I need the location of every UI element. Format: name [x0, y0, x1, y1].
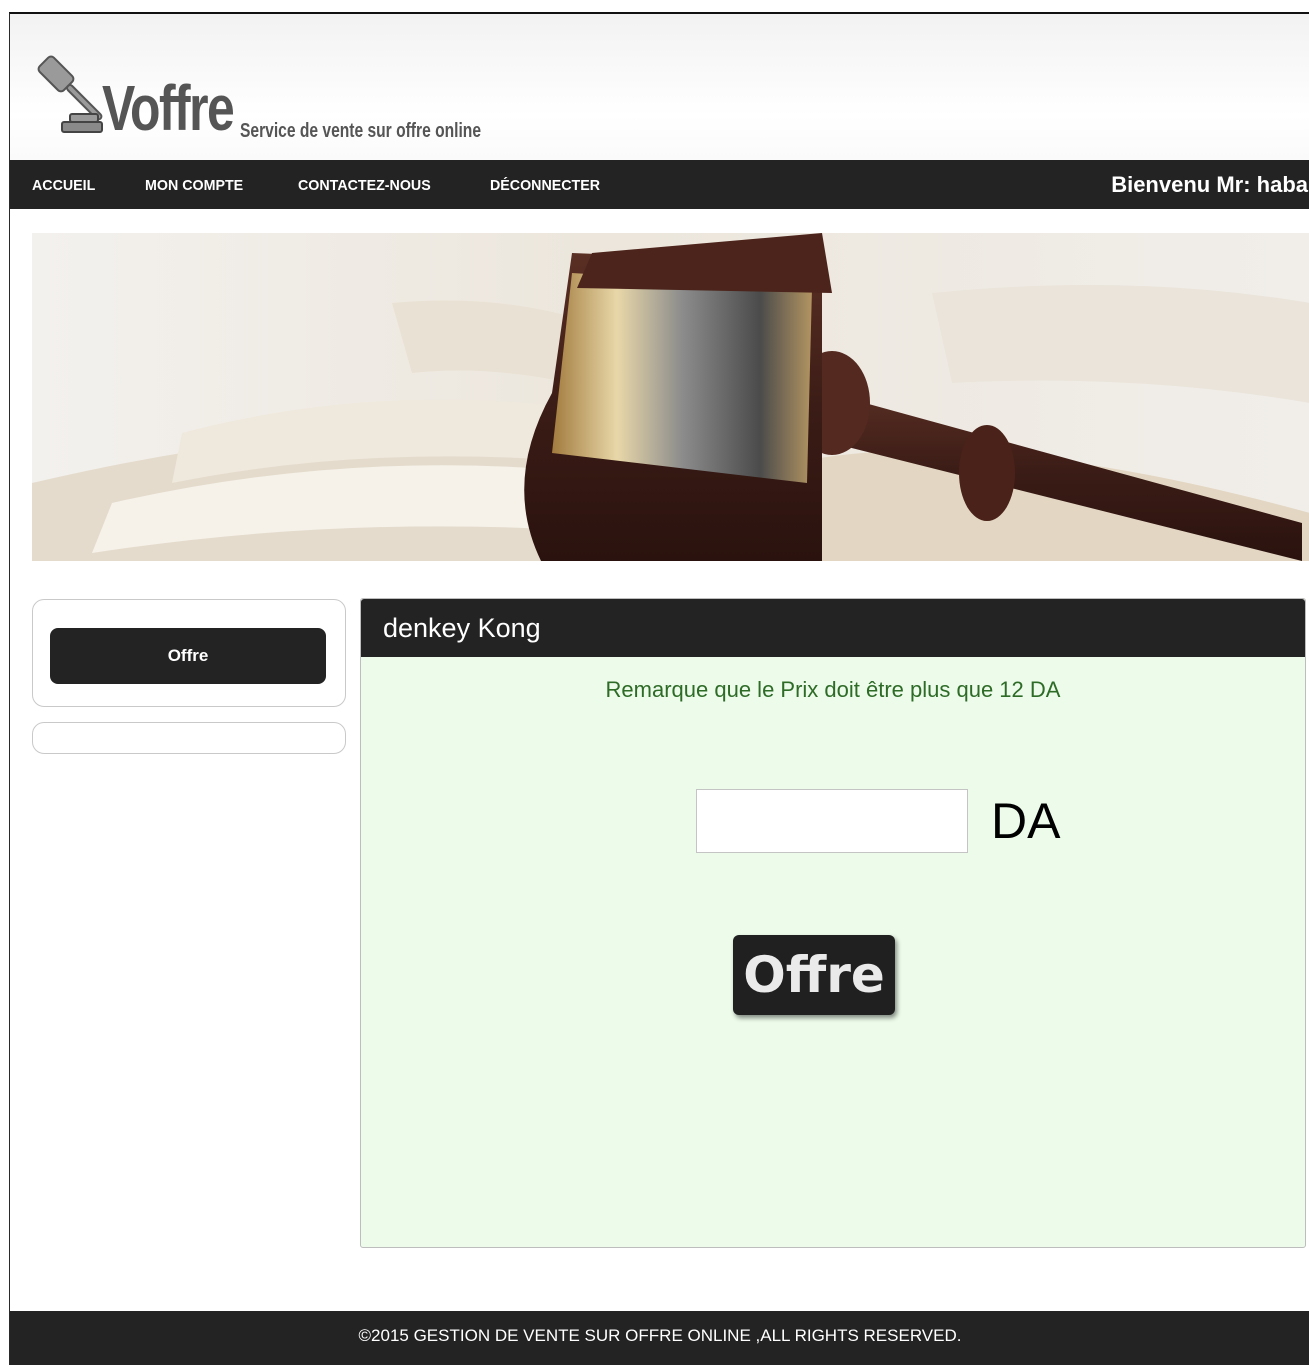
offer-panel: denkey Kong Remarque que le Prix doit êt… [360, 598, 1306, 1248]
price-input[interactable] [696, 789, 968, 853]
page-frame: Voffre Service de vente sur offre online… [9, 12, 1309, 1365]
nav-item-mon-compte[interactable]: MON COMPTE [145, 177, 243, 194]
product-title: denkey Kong [383, 613, 541, 643]
footer-copyright: ©2015 GESTION DE VENTE SUR OFFRE ONLINE … [358, 1326, 962, 1345]
submit-offer-button[interactable]: Offre [733, 935, 895, 1015]
nav-item-contactez-nous[interactable]: CONTACTEZ-NOUS [298, 177, 431, 194]
brand-name: Voffre [102, 72, 235, 144]
brand-tagline: Service de vente sur offre online [240, 120, 482, 142]
main-nav: ACCUEIL MON COMPTE CONTACTEZ-NOUS DÉCONN… [10, 160, 1309, 209]
nav-item-accueil[interactable]: ACCUEIL [32, 177, 95, 194]
price-notice: Remarque que le Prix doit être plus que … [605, 677, 1061, 702]
nav-item-deconnecter[interactable]: DÉCONNECTER [490, 177, 600, 194]
welcome-message: Bienvenu Mr: haba [1111, 172, 1308, 197]
sidebar-empty-box [32, 722, 346, 754]
sidebar-offer-button[interactable]: Offre [50, 628, 326, 684]
currency-label: DA [991, 793, 1061, 849]
gavel-banner-image [32, 233, 1309, 561]
panel-header: denkey Kong [361, 599, 1305, 657]
site-header: Voffre Service de vente sur offre online [10, 14, 1309, 160]
site-footer: ©2015 GESTION DE VENTE SUR OFFRE ONLINE … [10, 1311, 1309, 1365]
sidebar-menu-box: Offre [32, 599, 346, 707]
